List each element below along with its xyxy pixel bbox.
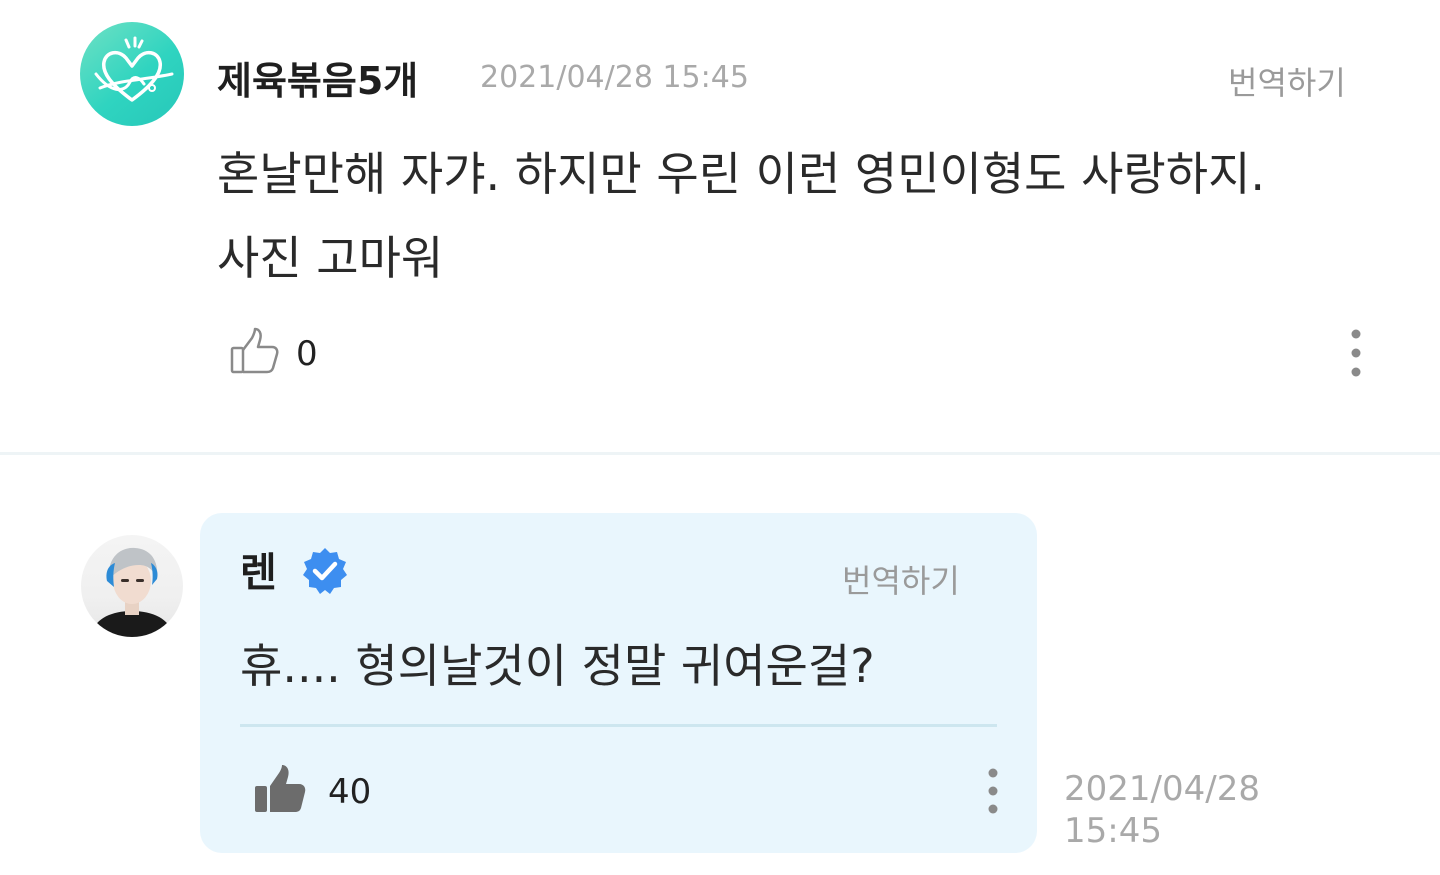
heart-logo-icon: [94, 36, 174, 102]
vertical-dots-icon: [988, 768, 998, 814]
reply-divider: [240, 724, 997, 727]
artist-avatar[interactable]: [81, 535, 183, 637]
user-avatar[interactable]: [80, 22, 184, 126]
reply-author[interactable]: 렌: [240, 540, 277, 598]
comment-divider: [0, 452, 1440, 455]
thumbs-up-filled-icon: [255, 765, 306, 812]
reply-more-options-button[interactable]: [973, 766, 1013, 818]
comment-text: 혼날만해 자갸. 하지만 우린 이런 영민이형도 사랑하지. 사진 고마워: [217, 147, 1266, 285]
comment-date: 2021/04/28 15:45: [480, 60, 749, 95]
comment-author[interactable]: 제육볶음5개: [217, 50, 418, 105]
translate-button[interactable]: 번역하기: [1228, 58, 1346, 104]
reply-text: 휴.... 형의날것이 정말 귀여운걸?: [240, 639, 875, 693]
vertical-dots-icon: [1351, 329, 1361, 377]
reply-date: 2021/04/28: [1064, 769, 1260, 809]
like-count: 0: [296, 334, 318, 374]
thumbs-up-outline-icon: [230, 327, 279, 374]
reply-like-button[interactable]: [252, 764, 308, 818]
reply-timestamp: 2021/04/28 15:45: [1064, 768, 1284, 852]
reply-translate-button[interactable]: 번역하기: [842, 556, 960, 602]
reply-like-count: 40: [328, 772, 372, 812]
profile-photo-icon: [91, 547, 173, 637]
more-options-button[interactable]: [1336, 326, 1376, 382]
verified-badge-icon: [300, 546, 350, 596]
reply-time: 15:45: [1064, 811, 1162, 851]
like-button[interactable]: [228, 326, 282, 378]
